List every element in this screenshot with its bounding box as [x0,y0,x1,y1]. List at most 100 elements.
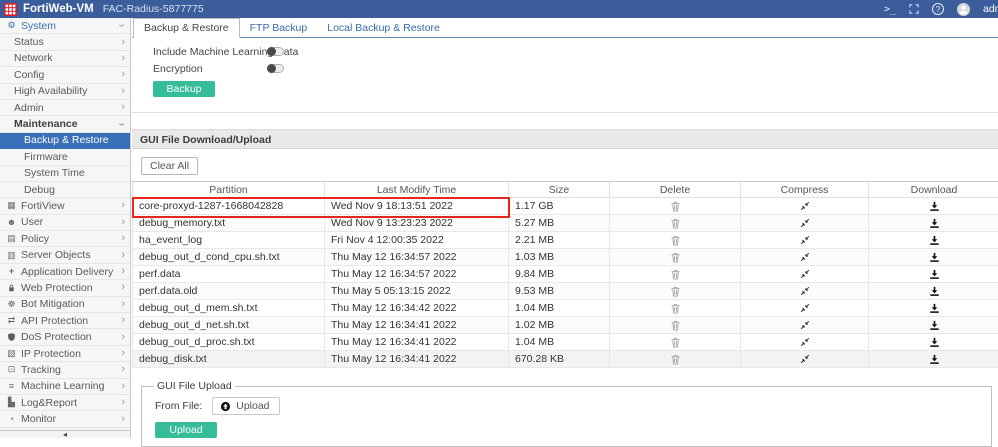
partition-cell: debug_disk.txt [133,351,325,368]
download-button[interactable] [869,317,998,334]
tab-ftp-backup[interactable]: FTP Backup [240,19,318,37]
sidebar-item-application-delivery[interactable]: +Application Delivery› [0,264,130,280]
username-label: admin [983,3,998,15]
sidebar-item-dos-protection[interactable]: DoS Protection› [0,329,130,345]
delete-button[interactable] [610,198,741,215]
compress-button[interactable] [741,198,869,215]
delete-button[interactable] [610,266,741,283]
toggle-knob [267,47,276,56]
download-button[interactable] [869,266,998,283]
compress-button[interactable] [741,300,869,317]
sidebar-item-label: Firmware [24,151,68,163]
sidebar-item-backup-restore[interactable]: Backup & Restore [0,133,130,149]
sidebar-item-ip-protection[interactable]: ▧IP Protection› [0,346,130,362]
sidebar-item-fortiview[interactable]: ▦FortiView› [0,198,130,214]
download-button[interactable] [869,351,998,368]
sidebar-item-policy[interactable]: ▤Policy› [0,231,130,247]
compress-button[interactable] [741,334,869,351]
download-button[interactable] [869,300,998,317]
machine-learning-icon: ≡ [5,382,18,391]
backup-button[interactable]: Backup [153,81,215,97]
chevron-right-icon: › [121,53,125,64]
delete-button[interactable] [610,215,741,232]
download-button[interactable] [869,334,998,351]
sidebar-item-maintenance[interactable]: Maintenance› [0,116,130,132]
sidebar-item-label: Maintenance [14,118,78,130]
compress-button[interactable] [741,266,869,283]
sidebar-item-api-protection[interactable]: ⇄API Protection› [0,313,130,329]
sidebar-item-machine-learning[interactable]: ≡Machine Learning› [0,379,130,395]
download-button[interactable] [869,249,998,266]
delete-button[interactable] [610,283,741,300]
size-cell: 1.02 MB [509,317,610,334]
compress-button[interactable] [741,283,869,300]
clear-all-button[interactable]: Clear All [141,157,198,175]
chevron-right-icon: › [121,86,125,97]
sidebar-item-high-availability[interactable]: High Availability› [0,84,130,100]
delete-button[interactable] [610,232,741,249]
last-modify-cell: Thu May 12 16:34:57 2022 [325,249,509,266]
sidebar-item-config[interactable]: Config› [0,67,130,83]
sidebar-item-log-report[interactable]: ▙Log&Report› [0,395,130,411]
sidebar-item-firmware[interactable]: Firmware [0,149,130,165]
include-ml-data-toggle[interactable] [267,47,284,56]
download-button[interactable] [869,283,998,300]
compress-button[interactable] [741,249,869,266]
sidebar-item-status[interactable]: Status› [0,34,130,50]
size-cell: 1.03 MB [509,249,610,266]
upload-button[interactable]: Upload [155,422,217,438]
compress-button[interactable] [741,232,869,249]
top-bar: FortiWeb-VM FAC-Radius-5877775 >_ ? admi… [0,0,998,18]
partition-cell: ha_event_log [133,232,325,249]
col-header-delete: Delete [610,182,741,198]
partition-cell: perf.data.old [133,283,325,300]
col-header-size: Size [509,182,610,198]
download-button[interactable] [869,232,998,249]
delete-button[interactable] [610,334,741,351]
sidebar-item-system-time[interactable]: System Time [0,166,130,182]
download-button[interactable] [869,215,998,232]
sidebar-item-admin[interactable]: Admin› [0,100,130,116]
sidebar-item-user[interactable]: ☻User› [0,215,130,231]
tab-local-backup-restore[interactable]: Local Backup & Restore [317,19,450,37]
ip-protection-icon: ▧ [5,349,18,358]
cli-console-icon[interactable]: >_ [884,4,896,15]
sidebar-collapse-button[interactable]: ◂ [0,430,130,438]
delete-button[interactable] [610,351,741,368]
download-button[interactable] [869,198,998,215]
delete-button[interactable] [610,300,741,317]
sidebar-item-label: Admin [14,102,44,114]
sidebar-item-debug[interactable]: Debug [0,182,130,198]
gear-icon: ⚙ [5,21,18,30]
sidebar-item-web-protection[interactable]: Web Protection› [0,280,130,296]
sidebar-item-label: Web Protection [21,282,93,294]
section-title: GUI File Download/Upload [132,129,998,149]
help-icon[interactable]: ? [932,3,944,15]
delete-button[interactable] [610,249,741,266]
file-chooser-button[interactable]: Upload [212,397,279,415]
compress-button[interactable] [741,351,869,368]
delete-button[interactable] [610,317,741,334]
sidebar-item-bot-mitigation[interactable]: ☸Bot Mitigation› [0,297,130,313]
encryption-toggle[interactable] [267,64,284,73]
tab-backup-restore[interactable]: Backup & Restore [133,18,240,38]
sidebar-item-network[interactable]: Network› [0,51,130,67]
sidebar-item-system[interactable]: ⚙System› [0,18,130,34]
sidebar-item-label: Backup & Restore [24,134,109,146]
sidebar-item-label: Machine Learning [21,380,104,392]
sidebar-item-server-objects[interactable]: ▥Server Objects› [0,247,130,263]
avatar[interactable] [957,3,970,16]
chevron-right-icon: › [121,397,125,408]
chevron-right-icon: › [121,348,125,359]
partition-cell: debug_out_d_mem.sh.txt [133,300,325,317]
chevron-right-icon: › [121,414,125,425]
compress-button[interactable] [741,215,869,232]
sidebar-item-label: System Time [24,167,85,179]
chevron-right-icon: › [121,69,125,80]
sidebar-item-tracking[interactable]: ⊡Tracking› [0,362,130,378]
sidebar-item-monitor[interactable]: ◔Monitor› [0,411,130,427]
compress-button[interactable] [741,317,869,334]
fullscreen-icon[interactable] [909,4,919,14]
last-modify-cell: Thu May 12 16:34:42 2022 [325,300,509,317]
chevron-right-icon: › [121,233,125,244]
